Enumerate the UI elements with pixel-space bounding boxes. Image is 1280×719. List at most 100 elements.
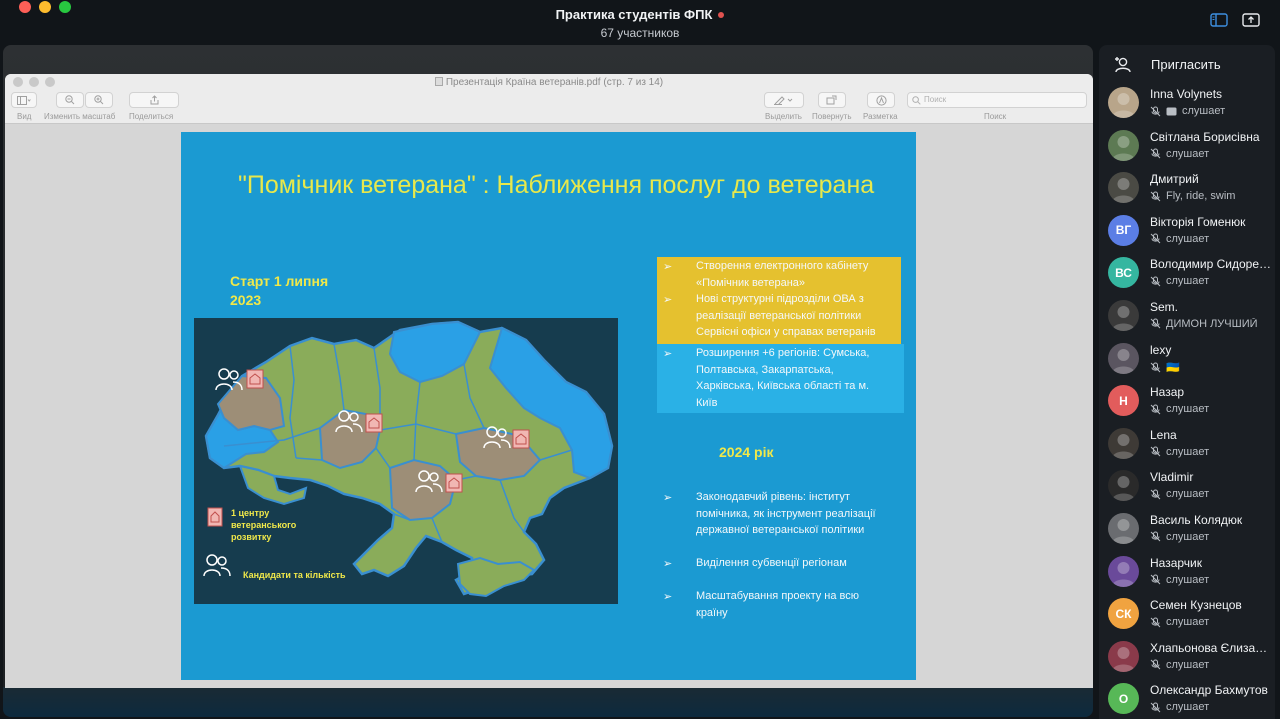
start-date: Старт 1 липня 2023 bbox=[230, 273, 329, 308]
participant-name: Lena bbox=[1150, 427, 1177, 442]
avatar-initials: ВС bbox=[1115, 265, 1132, 280]
status-text: слушает bbox=[1166, 445, 1210, 458]
highlight-button[interactable] bbox=[764, 92, 804, 108]
participant-row[interactable]: Lena слушает bbox=[1099, 426, 1275, 469]
user-photo-icon bbox=[1112, 135, 1135, 161]
participant-row[interactable]: Хлапьонова Єлизавета слушает bbox=[1099, 639, 1275, 682]
rotate-button[interactable] bbox=[818, 92, 846, 108]
participant-row[interactable]: Sem. ДИМОН ЛУЧШИЙ bbox=[1099, 298, 1275, 341]
user-photo-icon bbox=[1112, 646, 1135, 672]
status-text: Fly, ride, swim bbox=[1166, 190, 1236, 203]
zoom-in-icon bbox=[94, 95, 104, 105]
participant-row[interactable]: Назарчик слушает bbox=[1099, 554, 1275, 597]
participant-name: Вікторія Гоменюк bbox=[1150, 214, 1246, 229]
user-photo-icon bbox=[1112, 561, 1135, 587]
user-photo-icon bbox=[1112, 476, 1135, 502]
bullet-regions-expansion: Розширення +6 регіонів: Сумська, Полтавс… bbox=[696, 347, 870, 409]
participant-row[interactable]: Василь Колядюк слушает bbox=[1099, 511, 1275, 554]
status-text: слушает bbox=[1166, 275, 1210, 288]
avatar: ВГ bbox=[1108, 214, 1139, 246]
participant-status: слушает bbox=[1150, 574, 1272, 586]
status-text: ДИМОН ЛУЧШИЙ bbox=[1166, 317, 1258, 330]
participant-status: слушает bbox=[1150, 659, 1272, 671]
pdf-file-icon bbox=[434, 77, 443, 86]
participant-status: слушает bbox=[1150, 531, 1272, 543]
mic-muted-icon bbox=[1150, 404, 1161, 415]
pen-icon bbox=[774, 96, 793, 105]
status-text: слушает bbox=[1166, 701, 1210, 714]
slide-title: "Помічник ветерана" : Наближення послуг … bbox=[238, 171, 875, 199]
screen-share-icon[interactable] bbox=[1242, 13, 1260, 27]
house-icon bbox=[246, 369, 264, 389]
participant-status: слушает bbox=[1150, 446, 1272, 458]
participant-row[interactable]: Inna Volynets слушает bbox=[1099, 85, 1275, 128]
bullet-arrow: ➢ bbox=[663, 492, 673, 504]
view-button[interactable] bbox=[11, 92, 37, 108]
bullet-arrow: ➢ bbox=[663, 348, 673, 360]
participant-status: 🇺🇦 bbox=[1150, 361, 1272, 374]
sidebar-toggle-icon[interactable] bbox=[1210, 13, 1228, 27]
search-icon bbox=[912, 96, 921, 105]
participant-row[interactable]: lexy 🇺🇦 bbox=[1099, 341, 1275, 384]
participant-row[interactable]: Світлана Борисівна слушает bbox=[1099, 128, 1275, 171]
participant-status: Fly, ride, swim bbox=[1150, 190, 1272, 202]
preview-toolbar: Презентація Країна ветеранів.pdf (стр. 7… bbox=[5, 74, 1093, 124]
participant-row[interactable]: СК Семен Кузнецов слушает bbox=[1099, 596, 1275, 639]
participant-name: Хлапьонова Єлизавета bbox=[1150, 640, 1272, 655]
participant-row[interactable]: ВС Володимир Сидоренко слушает bbox=[1099, 255, 1275, 298]
user-photo-icon bbox=[1112, 305, 1135, 331]
bullet-scaling: Масштабування проекту на всю країну bbox=[696, 590, 860, 619]
share-label: Поделиться bbox=[129, 112, 174, 121]
ukraine-map: 1 центру ветеранського розвитку Кандидат… bbox=[194, 318, 618, 604]
screen-share-status-icon bbox=[1166, 107, 1177, 115]
status-text: слушает bbox=[1166, 658, 1210, 671]
share-icon bbox=[150, 95, 158, 105]
participant-status: слушает bbox=[1150, 701, 1272, 713]
avatar-initials: Н bbox=[1119, 393, 1128, 408]
markup-label: Разметка bbox=[863, 112, 898, 121]
rotate-label: Повернуть bbox=[812, 112, 852, 121]
participant-row[interactable]: О Олександр Бахмутов слушает bbox=[1099, 681, 1275, 719]
participant-count: 67 участников bbox=[600, 26, 680, 40]
participant-status: слушает bbox=[1150, 275, 1272, 287]
markup-button[interactable] bbox=[867, 92, 895, 108]
zoom-in-button[interactable] bbox=[85, 92, 113, 108]
markup-icon bbox=[875, 94, 887, 106]
zoom-out-button[interactable] bbox=[56, 92, 84, 108]
status-text: слушает bbox=[1166, 488, 1210, 501]
status-text: слушает bbox=[1166, 147, 1210, 160]
year-heading: 2024 рік bbox=[719, 444, 774, 460]
mic-muted-icon bbox=[1150, 702, 1161, 713]
participant-row[interactable]: Дмитрий Fly, ride, swim bbox=[1099, 170, 1275, 213]
avatar: ВС bbox=[1108, 257, 1139, 289]
bullet-electronic-cabinet: Створення електронного кабінету «Помічни… bbox=[696, 260, 869, 289]
avatar bbox=[1108, 172, 1139, 204]
mic-muted-icon bbox=[1150, 489, 1161, 500]
house-icon bbox=[512, 429, 530, 449]
participant-name: Олександр Бахмутов bbox=[1150, 683, 1268, 698]
participant-row[interactable]: Н Назар слушает bbox=[1099, 383, 1275, 426]
legend-house-icon bbox=[207, 507, 223, 527]
mic-muted-icon bbox=[1150, 659, 1161, 670]
search-input[interactable]: Поиск bbox=[907, 92, 1087, 108]
participant-row[interactable]: ВГ Вікторія Гоменюк слушает bbox=[1099, 213, 1275, 256]
mic-muted-icon bbox=[1150, 233, 1161, 244]
share-button[interactable] bbox=[129, 92, 179, 108]
status-text: слушает bbox=[1182, 105, 1226, 117]
view-label: Вид bbox=[17, 112, 32, 121]
house-icon bbox=[445, 473, 463, 493]
participant-status: слушает bbox=[1150, 105, 1272, 117]
invite-button[interactable]: Пригласить bbox=[1099, 45, 1275, 85]
zoom-label: Изменить масштаб bbox=[44, 112, 116, 121]
avatar bbox=[1108, 555, 1139, 587]
rotate-icon bbox=[826, 95, 837, 105]
presentation-slide: "Помічник ветерана" : Наближення послуг … bbox=[181, 132, 916, 680]
participant-row[interactable]: Vladimir слушает bbox=[1099, 468, 1275, 511]
user-photo-icon bbox=[1112, 348, 1135, 374]
mic-muted-icon bbox=[1150, 276, 1161, 287]
participant-status: слушает bbox=[1150, 488, 1272, 500]
mic-muted-icon bbox=[1150, 531, 1161, 542]
status-text: слушает bbox=[1166, 616, 1210, 629]
participant-name: Назар bbox=[1150, 385, 1185, 400]
bullet-arrow: ➢ bbox=[663, 261, 673, 273]
